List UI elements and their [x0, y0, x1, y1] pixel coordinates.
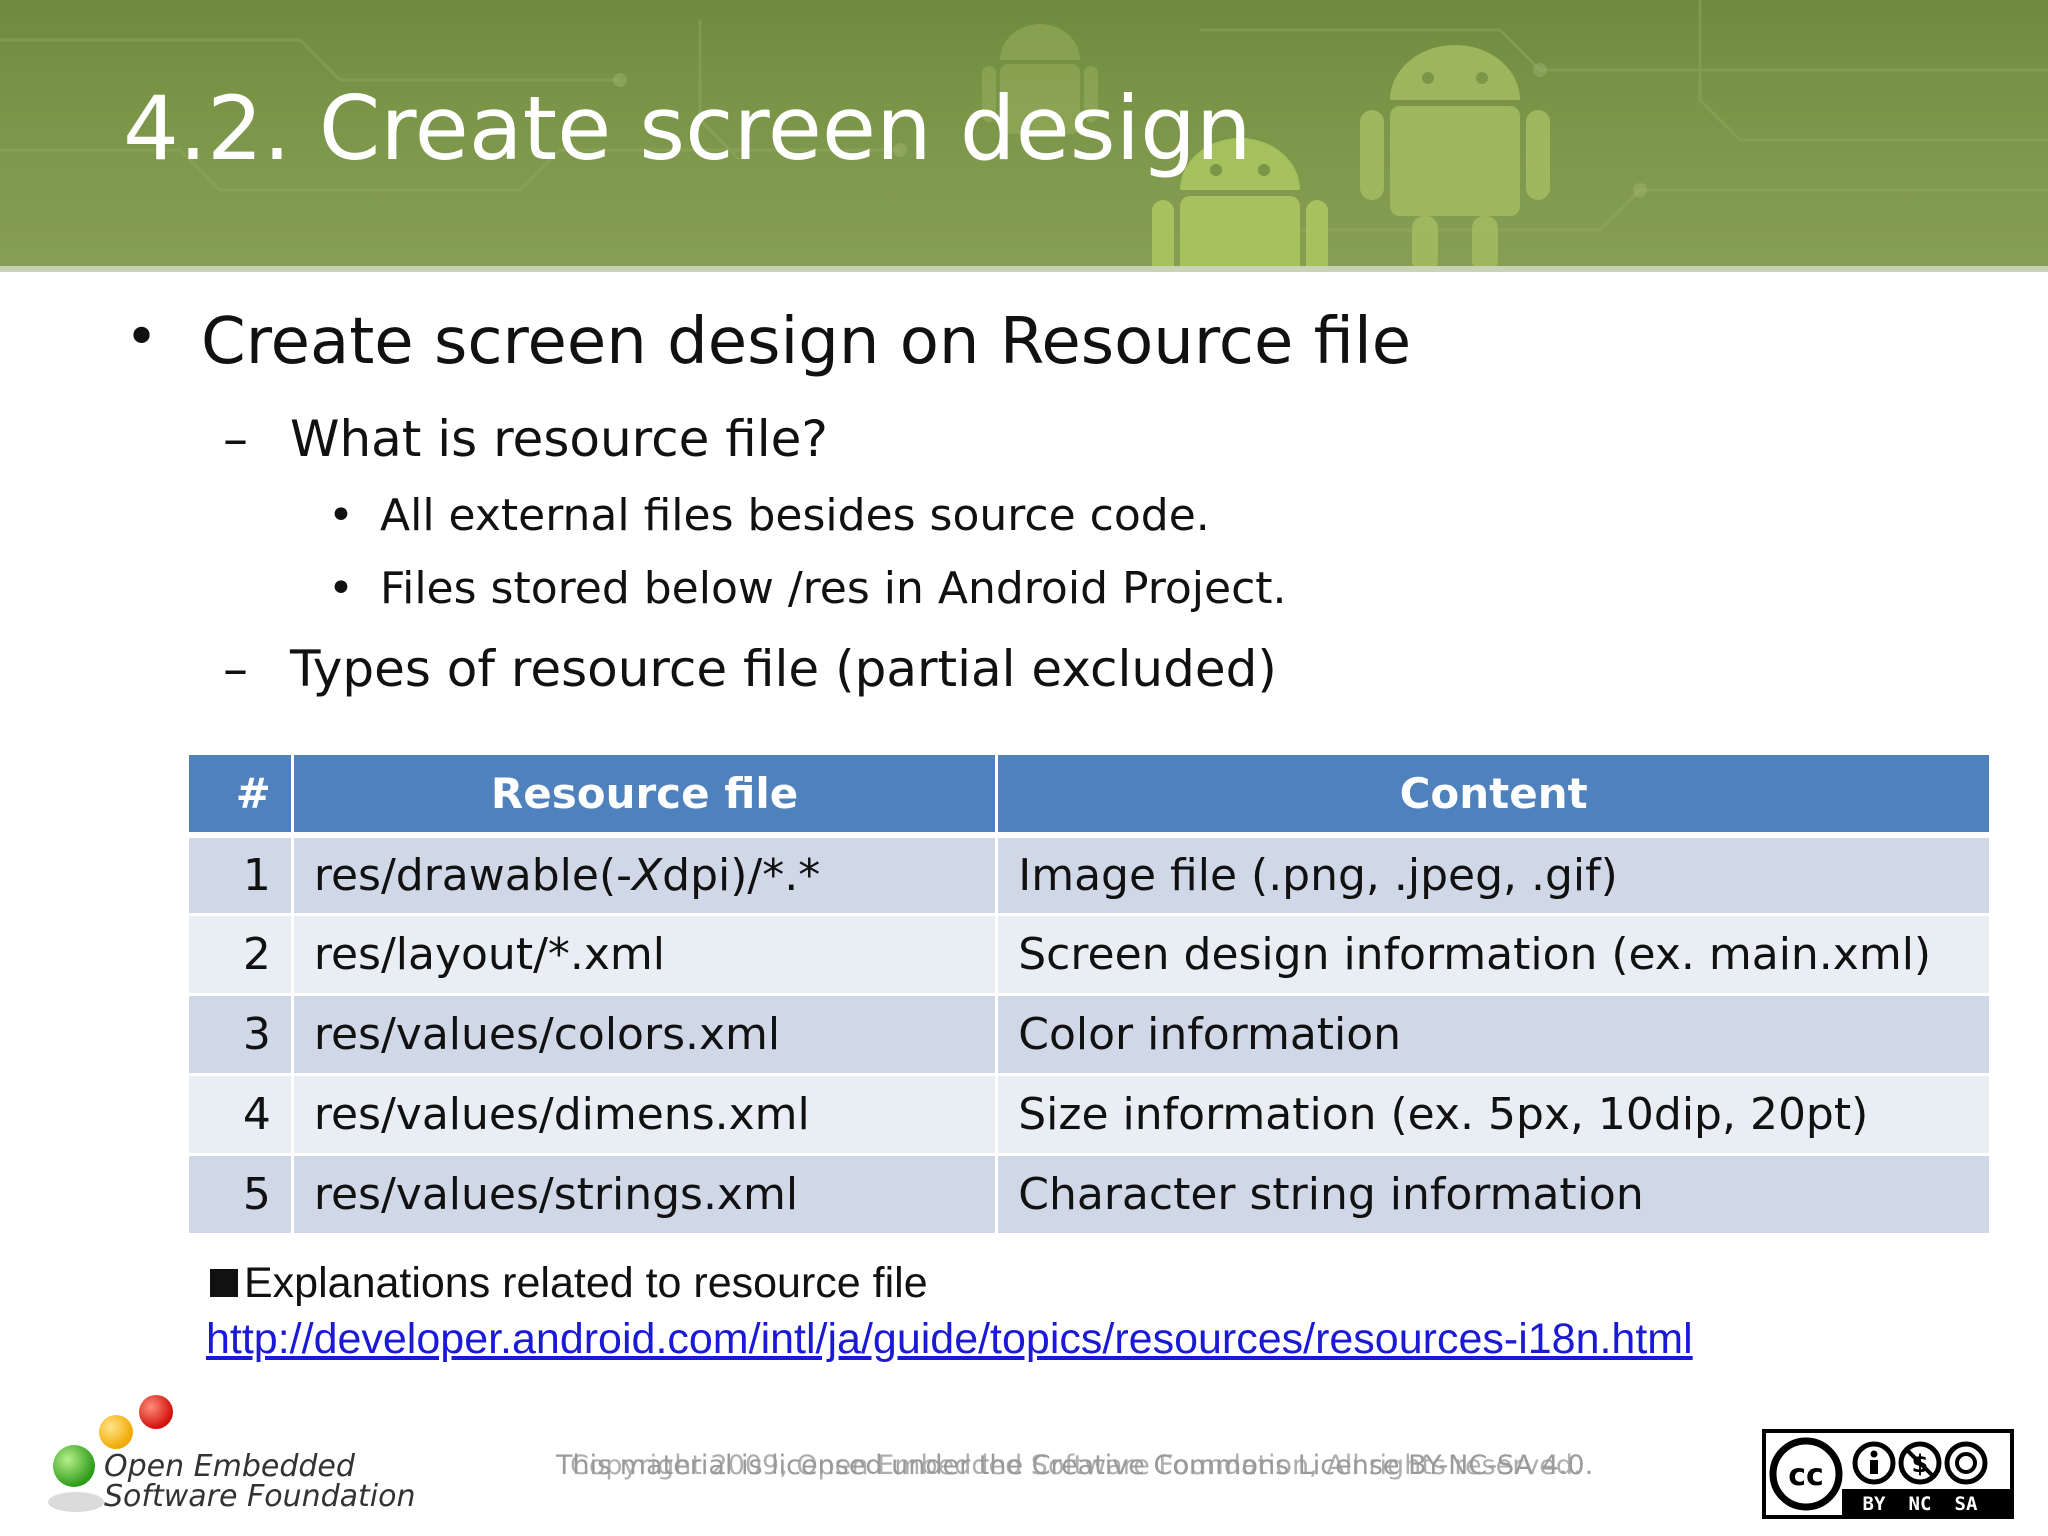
row-number: 4: [186, 1073, 294, 1156]
resource-path-part: res/drawable(-: [313, 849, 632, 901]
table-row: 5 res/values/strings.xml Character strin…: [186, 1153, 1992, 1236]
sub-sub-bullet-text: Files stored below /res in Android Proje…: [380, 563, 1287, 614]
table-row: 2 res/layout/*.xml Screen design informa…: [186, 913, 1992, 996]
resource-content: Color information: [995, 993, 1992, 1076]
license-label: NC: [1909, 1493, 1932, 1515]
bullet-dot: •: [328, 563, 354, 614]
bullet-dash: –: [223, 640, 248, 698]
bullet-dot: •: [328, 490, 354, 541]
resource-content: Size information (ex. 5px, 10dip, 20pt): [995, 1073, 1992, 1156]
table-row: 3 res/values/colors.xml Color informatio…: [186, 993, 1992, 1076]
bullet-text: Create screen design on Resource file: [201, 305, 1412, 379]
resource-path-italic: X: [631, 849, 663, 901]
resource-docs-link[interactable]: http://developer.android.com/intl/ja/gui…: [206, 1318, 1693, 1361]
resource-path: res/values/dimens.xml: [290, 1073, 999, 1156]
row-number: 2: [186, 913, 294, 996]
resource-content: Character string information: [995, 1153, 1992, 1236]
note-text-line: Explanations related to resource file: [210, 1262, 928, 1305]
column-header: #: [186, 752, 294, 838]
row-number: 1: [186, 833, 294, 916]
column-header: Content: [995, 752, 1992, 838]
table-header-row: # Resource file Content: [186, 752, 1992, 838]
title-banner: 4.2. Create screen design: [0, 0, 2048, 272]
resource-path: res/drawable(-Xdpi)/*.*: [290, 833, 999, 916]
resource-file-table: # Resource file Content 1 res/drawable(-…: [186, 752, 1992, 1236]
oesf-name: Open Embedded Software Foundation: [104, 1452, 416, 1512]
android-robot-icon: [1360, 45, 1550, 272]
sub-bullet-text: What is resource file?: [290, 410, 828, 468]
bullet-dot: •: [125, 305, 159, 370]
square-bullet-icon: [210, 1269, 238, 1297]
license-label: BY: [1863, 1493, 1886, 1515]
table-row: 1 res/drawable(-Xdpi)/*.* Image file (.p…: [186, 833, 1992, 916]
cc-by-nc-sa-icon: cc $ BY NC SA: [1766, 1433, 2010, 1515]
row-number: 5: [186, 1153, 294, 1236]
column-header: Resource file: [290, 752, 999, 838]
license-label: SA: [1955, 1493, 1978, 1515]
cc-glyph: cc: [1788, 1458, 1824, 1493]
resource-path: res/layout/*.xml: [290, 913, 999, 996]
row-number: 3: [186, 993, 294, 1076]
resource-path: res/values/colors.xml: [290, 993, 999, 1076]
resource-path: res/values/strings.xml: [290, 1153, 999, 1236]
bullet-dash: –: [223, 410, 248, 468]
resource-content: Image file (.png, .jpeg, .gif): [995, 833, 1992, 916]
org-name-line: Open Embedded: [104, 1449, 355, 1484]
cc-license-badge: cc $ BY NC SA: [1762, 1429, 2014, 1519]
note-text: Explanations related to resource file: [244, 1259, 928, 1307]
sub-sub-bullet-text: All external files besides source code.: [380, 490, 1210, 541]
sub-bullet-text: Types of resource file (partial excluded…: [290, 640, 1277, 698]
org-name-line: Software Foundation: [104, 1479, 416, 1514]
copyright-text: Copyright 2009, Open Embedded Software F…: [570, 1450, 1582, 1481]
resource-content: Screen design information (ex. main.xml): [995, 913, 1992, 996]
slide-title: 4.2. Create screen design: [123, 77, 1252, 180]
resource-path-part: dpi)/*.*: [662, 849, 821, 901]
table-row: 4 res/values/dimens.xml Size information…: [186, 1073, 1992, 1156]
